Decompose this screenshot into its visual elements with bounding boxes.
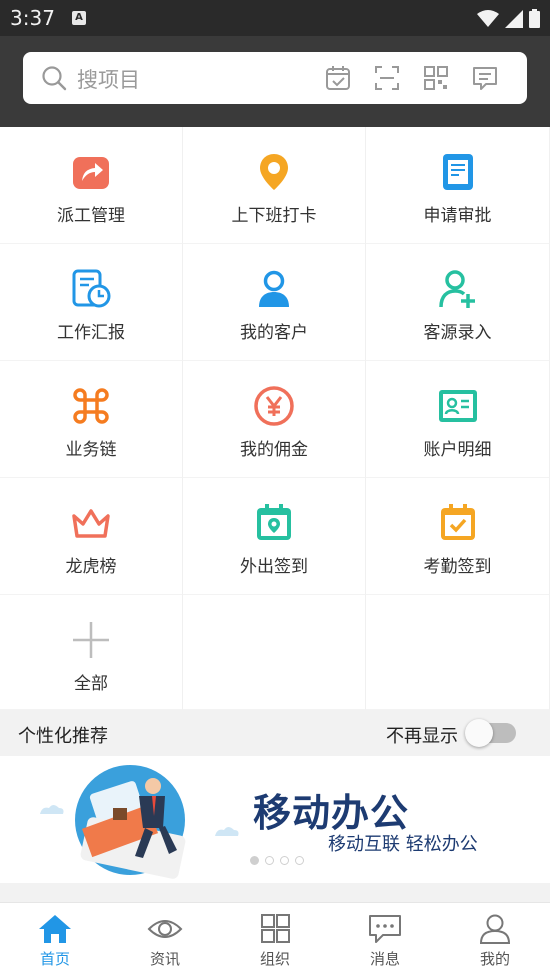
grid-item-work-report[interactable]: 工作汇报 bbox=[0, 244, 183, 361]
carousel-dot[interactable] bbox=[265, 856, 274, 865]
tab-label: 消息 bbox=[369, 950, 400, 968]
tab-label: 组织 bbox=[259, 950, 290, 968]
grid-item-label: 申请审批 bbox=[423, 206, 492, 226]
grid-item-label: 我的佣金 bbox=[240, 440, 308, 460]
bottom-tab-bar: 首页 资讯 组织 消息 我的 bbox=[0, 902, 550, 977]
carousel-indicator bbox=[250, 856, 304, 865]
grid-item-label: 账户明细 bbox=[423, 440, 492, 460]
grid-item-label: 业务链 bbox=[65, 440, 117, 460]
chat-icon bbox=[369, 915, 401, 943]
grid-item-my-customers[interactable]: 我的客户 bbox=[183, 244, 366, 361]
status-bar: 3:37 A bbox=[0, 0, 550, 36]
carousel-dot[interactable] bbox=[295, 856, 304, 865]
recommend-bar: 个性化推荐 不再显示 bbox=[0, 710, 550, 756]
banner[interactable]: 移动办公 移动互联 轻松办公 bbox=[0, 756, 550, 883]
grid-empty-cell bbox=[366, 595, 550, 710]
grid-item-field-checkin[interactable]: 外出签到 bbox=[183, 478, 366, 595]
grid-item-account-details[interactable]: 账户明细 bbox=[366, 361, 550, 478]
report-clock-icon bbox=[72, 269, 111, 308]
carousel-dot[interactable] bbox=[280, 856, 289, 865]
wifi-icon bbox=[477, 9, 499, 27]
plus-icon bbox=[73, 622, 109, 658]
grid-item-label: 客源录入 bbox=[423, 323, 492, 343]
person-add-icon bbox=[438, 270, 475, 308]
grid-item-label: 考勤签到 bbox=[423, 557, 492, 577]
grid-icon bbox=[261, 914, 290, 943]
system-icons bbox=[477, 9, 540, 28]
grid-item-label: 龙虎榜 bbox=[65, 557, 117, 577]
profile-icon bbox=[479, 914, 511, 944]
tab-label: 首页 bbox=[39, 950, 70, 968]
grid-item-approval[interactable]: 申请审批 bbox=[366, 127, 550, 244]
grid-item-label: 上下班打卡 bbox=[231, 206, 317, 226]
grid-item-label: 我的客户 bbox=[240, 323, 308, 343]
grid-item-attendance[interactable]: 考勤签到 bbox=[366, 478, 550, 595]
hide-label: 不再显示 bbox=[386, 726, 458, 747]
banner-title: 移动办公 bbox=[253, 791, 410, 835]
search-input[interactable]: 搜项目 bbox=[77, 64, 140, 94]
location-pin-icon bbox=[260, 154, 288, 190]
carousel-dot[interactable] bbox=[250, 856, 259, 865]
grid-item-label: 派工管理 bbox=[57, 206, 125, 226]
calendar-check-icon[interactable] bbox=[324, 64, 352, 92]
yen-coin-icon bbox=[254, 386, 294, 426]
banner-illustration bbox=[40, 765, 239, 879]
grid-item-add-client[interactable]: 客源录入 bbox=[366, 244, 550, 361]
banner-subtitle: 移动互联 轻松办公 bbox=[328, 834, 478, 855]
tab-profile[interactable]: 我的 bbox=[440, 903, 550, 977]
tab-label: 我的 bbox=[479, 950, 510, 968]
grid-item-dispatch[interactable]: 派工管理 bbox=[0, 127, 183, 244]
tab-organization[interactable]: 组织 bbox=[220, 903, 330, 977]
signal-icon bbox=[505, 9, 523, 28]
function-grid: 派工管理 上下班打卡 申请审批 工作汇报 我的客户 客源录入 业务链 我的佣金 … bbox=[0, 127, 550, 710]
header: 搜项目 bbox=[0, 36, 550, 127]
calendar-pin-icon bbox=[257, 504, 291, 540]
grid-item-clock-in[interactable]: 上下班打卡 bbox=[183, 127, 366, 244]
toggle-knob bbox=[465, 719, 493, 747]
home-icon bbox=[39, 915, 71, 943]
grid-item-label: 工作汇报 bbox=[57, 323, 125, 343]
calendar-check-icon bbox=[440, 504, 475, 540]
notification-icon: A bbox=[72, 11, 86, 25]
grid-item-label: 外出签到 bbox=[240, 557, 308, 577]
grid-item-leaderboard[interactable]: 龙虎榜 bbox=[0, 478, 183, 595]
tab-messages[interactable]: 消息 bbox=[330, 903, 440, 977]
document-icon bbox=[442, 154, 473, 190]
tab-news[interactable]: 资讯 bbox=[110, 903, 220, 977]
person-icon bbox=[259, 270, 289, 307]
recommend-title: 个性化推荐 bbox=[18, 726, 108, 747]
scan-icon[interactable] bbox=[373, 64, 401, 92]
qr-code-icon[interactable] bbox=[422, 64, 450, 92]
id-card-icon bbox=[438, 390, 477, 422]
message-icon[interactable] bbox=[471, 64, 499, 92]
hide-toggle[interactable] bbox=[465, 719, 516, 747]
eye-icon bbox=[147, 920, 183, 938]
grid-empty-cell bbox=[183, 595, 366, 710]
status-time: 3:37 bbox=[10, 6, 55, 30]
grid-item-all[interactable]: 全部 bbox=[0, 595, 183, 710]
grid-item-business-chain[interactable]: 业务链 bbox=[0, 361, 183, 478]
grid-item-commission[interactable]: 我的佣金 bbox=[183, 361, 366, 478]
tab-label: 资讯 bbox=[149, 950, 180, 968]
tab-home[interactable]: 首页 bbox=[0, 903, 110, 977]
section-divider bbox=[0, 883, 550, 902]
search-bar[interactable]: 搜项目 bbox=[23, 52, 527, 104]
share-box-icon bbox=[73, 157, 109, 189]
command-icon bbox=[73, 388, 109, 424]
search-actions bbox=[324, 64, 499, 92]
crown-icon bbox=[72, 509, 110, 538]
grid-item-label: 全部 bbox=[74, 674, 108, 694]
search-icon bbox=[42, 66, 67, 91]
battery-icon bbox=[529, 9, 540, 28]
